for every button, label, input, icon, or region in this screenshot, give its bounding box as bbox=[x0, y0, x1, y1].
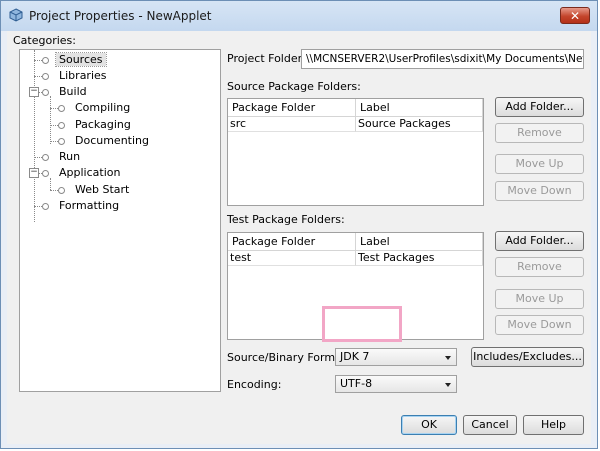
window-title: Project Properties - NewApplet bbox=[29, 9, 212, 23]
tree-item-label: Application bbox=[59, 166, 121, 179]
test-move-up-button[interactable]: Move Up bbox=[495, 289, 584, 309]
source-remove-button[interactable]: Remove bbox=[495, 123, 584, 143]
source-add-folder-button[interactable]: Add Folder... bbox=[495, 97, 584, 117]
source-move-up-button[interactable]: Move Up bbox=[495, 154, 584, 174]
source-binary-format-dropdown[interactable]: JDK 7 bbox=[335, 348, 457, 366]
cancel-button[interactable]: Cancel bbox=[463, 415, 517, 435]
includes-excludes-button[interactable]: Includes/Excludes... bbox=[471, 347, 584, 367]
table-cell-folder[interactable]: src bbox=[228, 117, 356, 132]
encoding-label: Encoding: bbox=[227, 378, 282, 391]
help-button[interactable]: Help bbox=[523, 415, 584, 435]
project-folder-field[interactable]: \\MCNSERVER2\UserProfiles\sdixit\My Docu… bbox=[301, 49, 584, 69]
tree-item-label: Web Start bbox=[75, 183, 130, 196]
node-icon bbox=[58, 138, 65, 145]
tree-item-web-start[interactable]: Web Start bbox=[58, 183, 132, 197]
test-folders-table[interactable]: Package Folder Label test Test Packages bbox=[227, 232, 484, 340]
test-move-down-button[interactable]: Move Down bbox=[495, 315, 584, 335]
source-folders-label: Source Package Folders: bbox=[227, 80, 361, 93]
tree-item-label: Libraries bbox=[59, 69, 107, 82]
tree-item-build[interactable]: Build bbox=[42, 85, 90, 99]
test-remove-button[interactable]: Remove bbox=[495, 257, 584, 277]
tree-item-application[interactable]: Application bbox=[42, 166, 123, 180]
tree-item-documenting[interactable]: Documenting bbox=[58, 134, 152, 148]
chevron-down-icon bbox=[445, 356, 451, 360]
node-icon bbox=[58, 122, 65, 129]
title-bar: Project Properties - NewApplet ✕ bbox=[1, 1, 597, 31]
project-properties-window: Project Properties - NewApplet ✕ Categor… bbox=[0, 0, 598, 449]
column-header-label[interactable]: Label bbox=[356, 233, 483, 251]
test-add-folder-button[interactable]: Add Folder... bbox=[495, 231, 584, 251]
source-move-down-button[interactable]: Move Down bbox=[495, 181, 584, 201]
categories-label: Categories: bbox=[13, 34, 76, 47]
tree-item-label: Run bbox=[59, 150, 81, 163]
tree-item-formatting[interactable]: Formatting bbox=[42, 199, 122, 213]
node-icon bbox=[42, 154, 49, 161]
table-cell-folder[interactable]: test bbox=[228, 251, 356, 266]
tree-item-label: Documenting bbox=[75, 134, 149, 147]
close-button[interactable]: ✕ bbox=[560, 7, 590, 24]
node-icon bbox=[58, 187, 65, 194]
encoding-dropdown[interactable]: UTF-8 bbox=[335, 375, 457, 393]
dropdown-value: UTF-8 bbox=[340, 377, 373, 390]
tree-item-libraries[interactable]: Libraries bbox=[42, 69, 110, 83]
column-header-package-folder[interactable]: Package Folder bbox=[228, 233, 356, 251]
node-icon bbox=[42, 57, 49, 64]
netbeans-project-icon bbox=[9, 8, 23, 22]
close-icon: ✕ bbox=[569, 9, 581, 23]
ok-button[interactable]: OK bbox=[401, 415, 457, 435]
categories-tree[interactable]: Sources Libraries − Build Compiling Pack… bbox=[19, 49, 221, 392]
node-icon bbox=[58, 105, 65, 112]
tree-item-sources[interactable]: Sources bbox=[42, 52, 107, 67]
collapse-build-icon[interactable]: − bbox=[29, 87, 39, 97]
source-folders-table[interactable]: Package Folder Label src Source Packages bbox=[227, 98, 484, 206]
project-folder-label: Project Folder: bbox=[227, 52, 306, 65]
test-folders-label: Test Package Folders: bbox=[227, 213, 345, 226]
node-icon bbox=[42, 203, 49, 210]
chevron-down-icon bbox=[445, 383, 451, 387]
tree-item-compiling[interactable]: Compiling bbox=[58, 101, 133, 115]
tree-item-packaging[interactable]: Packaging bbox=[58, 118, 134, 132]
column-header-package-folder[interactable]: Package Folder bbox=[228, 99, 356, 117]
tree-item-label: Packaging bbox=[75, 118, 131, 131]
tree-item-label: Build bbox=[59, 85, 87, 98]
node-icon bbox=[42, 73, 49, 80]
tree-item-run[interactable]: Run bbox=[42, 150, 83, 164]
dialog-body: Categories: Sources Libraries − Build Co… bbox=[7, 31, 591, 444]
table-cell-label[interactable]: Test Packages bbox=[356, 251, 483, 266]
node-icon bbox=[42, 89, 49, 96]
table-cell-label[interactable]: Source Packages bbox=[356, 117, 483, 132]
dropdown-value: JDK 7 bbox=[340, 350, 370, 363]
column-header-label[interactable]: Label bbox=[356, 99, 483, 117]
tree-item-label: Compiling bbox=[75, 101, 131, 114]
collapse-application-icon[interactable]: − bbox=[29, 168, 39, 178]
node-icon bbox=[42, 170, 49, 177]
source-binary-format-label: Source/Binary Format: bbox=[227, 351, 350, 364]
tree-item-label: Formatting bbox=[59, 199, 120, 212]
tree-item-label: Sources bbox=[55, 52, 107, 67]
